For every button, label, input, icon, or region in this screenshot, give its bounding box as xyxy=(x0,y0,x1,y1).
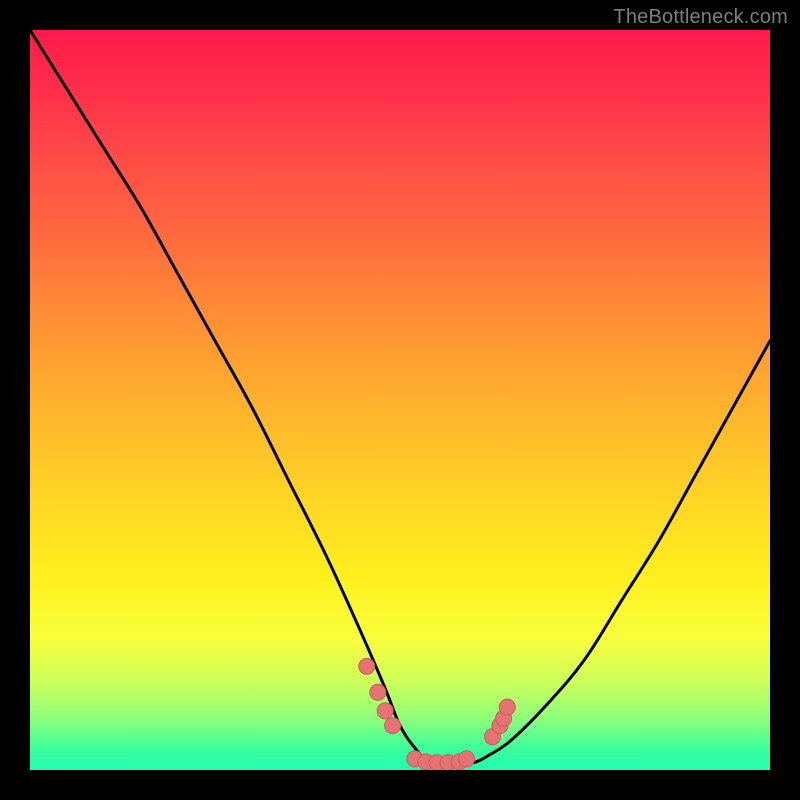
chart-frame: TheBottleneck.com xyxy=(0,0,800,800)
watermark-text: TheBottleneck.com xyxy=(613,6,788,29)
bottleneck-chart xyxy=(30,30,770,770)
data-marker xyxy=(499,699,515,715)
data-marker xyxy=(459,751,475,767)
data-marker xyxy=(359,658,375,674)
data-marker xyxy=(370,684,386,700)
curve-line xyxy=(30,30,770,764)
data-marker xyxy=(385,718,401,734)
data-marker xyxy=(377,703,393,719)
plot-area xyxy=(30,30,770,770)
